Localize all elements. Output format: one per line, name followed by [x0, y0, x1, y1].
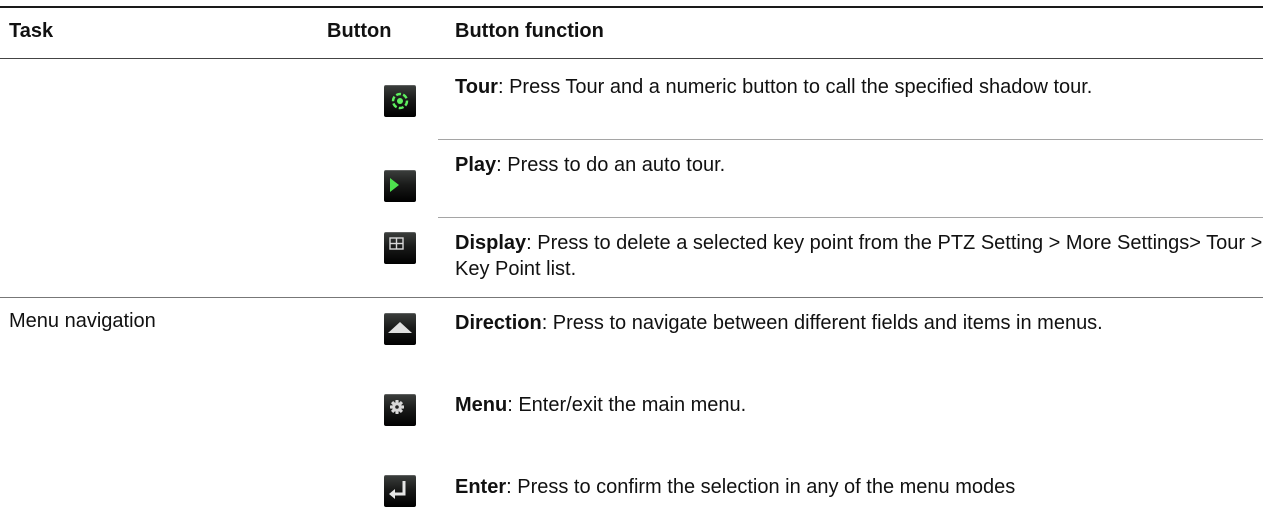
button-desc-enter: : Press to confirm the selection in any … [506, 476, 1016, 498]
button-name-direction: Direction [455, 312, 542, 334]
row-separator [438, 139, 1263, 140]
function-text-play: Play: Press to do an auto tour. [455, 152, 1263, 178]
direction-icon [384, 313, 416, 345]
play-icon [384, 170, 416, 202]
header-button: Button [327, 20, 392, 42]
display-icon [384, 232, 416, 264]
task-menu-navigation: Menu navigation [9, 310, 156, 332]
task-group-rule [0, 297, 1263, 298]
function-text-menu: Menu: Enter/exit the main menu. [455, 392, 1263, 418]
button-name-menu: Menu [455, 394, 508, 416]
function-text-display: Display: Press to delete a selected key … [455, 230, 1263, 282]
header-task: Task [9, 20, 54, 42]
function-text-tour: Tour: Press Tour and a numeric button to… [455, 74, 1263, 100]
button-name-tour: Tour [455, 76, 498, 98]
table-top-rule [0, 6, 1263, 8]
function-text-direction: Direction: Press to navigate between dif… [455, 310, 1263, 336]
button-name-display: Display [455, 232, 527, 254]
function-text-enter: Enter: Press to confirm the selection in… [455, 474, 1263, 500]
button-name-enter: Enter [455, 476, 507, 498]
menu-gear-icon [384, 394, 416, 426]
button-desc-direction: : Press to navigate between different fi… [541, 312, 1103, 334]
row-separator [438, 217, 1263, 218]
button-desc-menu: : Enter/exit the main menu. [507, 394, 747, 416]
button-desc-display: : Press to delete a selected key point f… [455, 232, 1263, 280]
header-button-function: Button function [455, 20, 604, 42]
button-name-play: Play [455, 154, 497, 176]
button-desc-play: : Press to do an auto tour. [496, 154, 726, 176]
header-rule [0, 58, 1263, 59]
enter-icon [384, 475, 416, 507]
button-desc-tour: : Press Tour and a numeric button to cal… [497, 76, 1093, 98]
tour-icon [384, 85, 416, 117]
